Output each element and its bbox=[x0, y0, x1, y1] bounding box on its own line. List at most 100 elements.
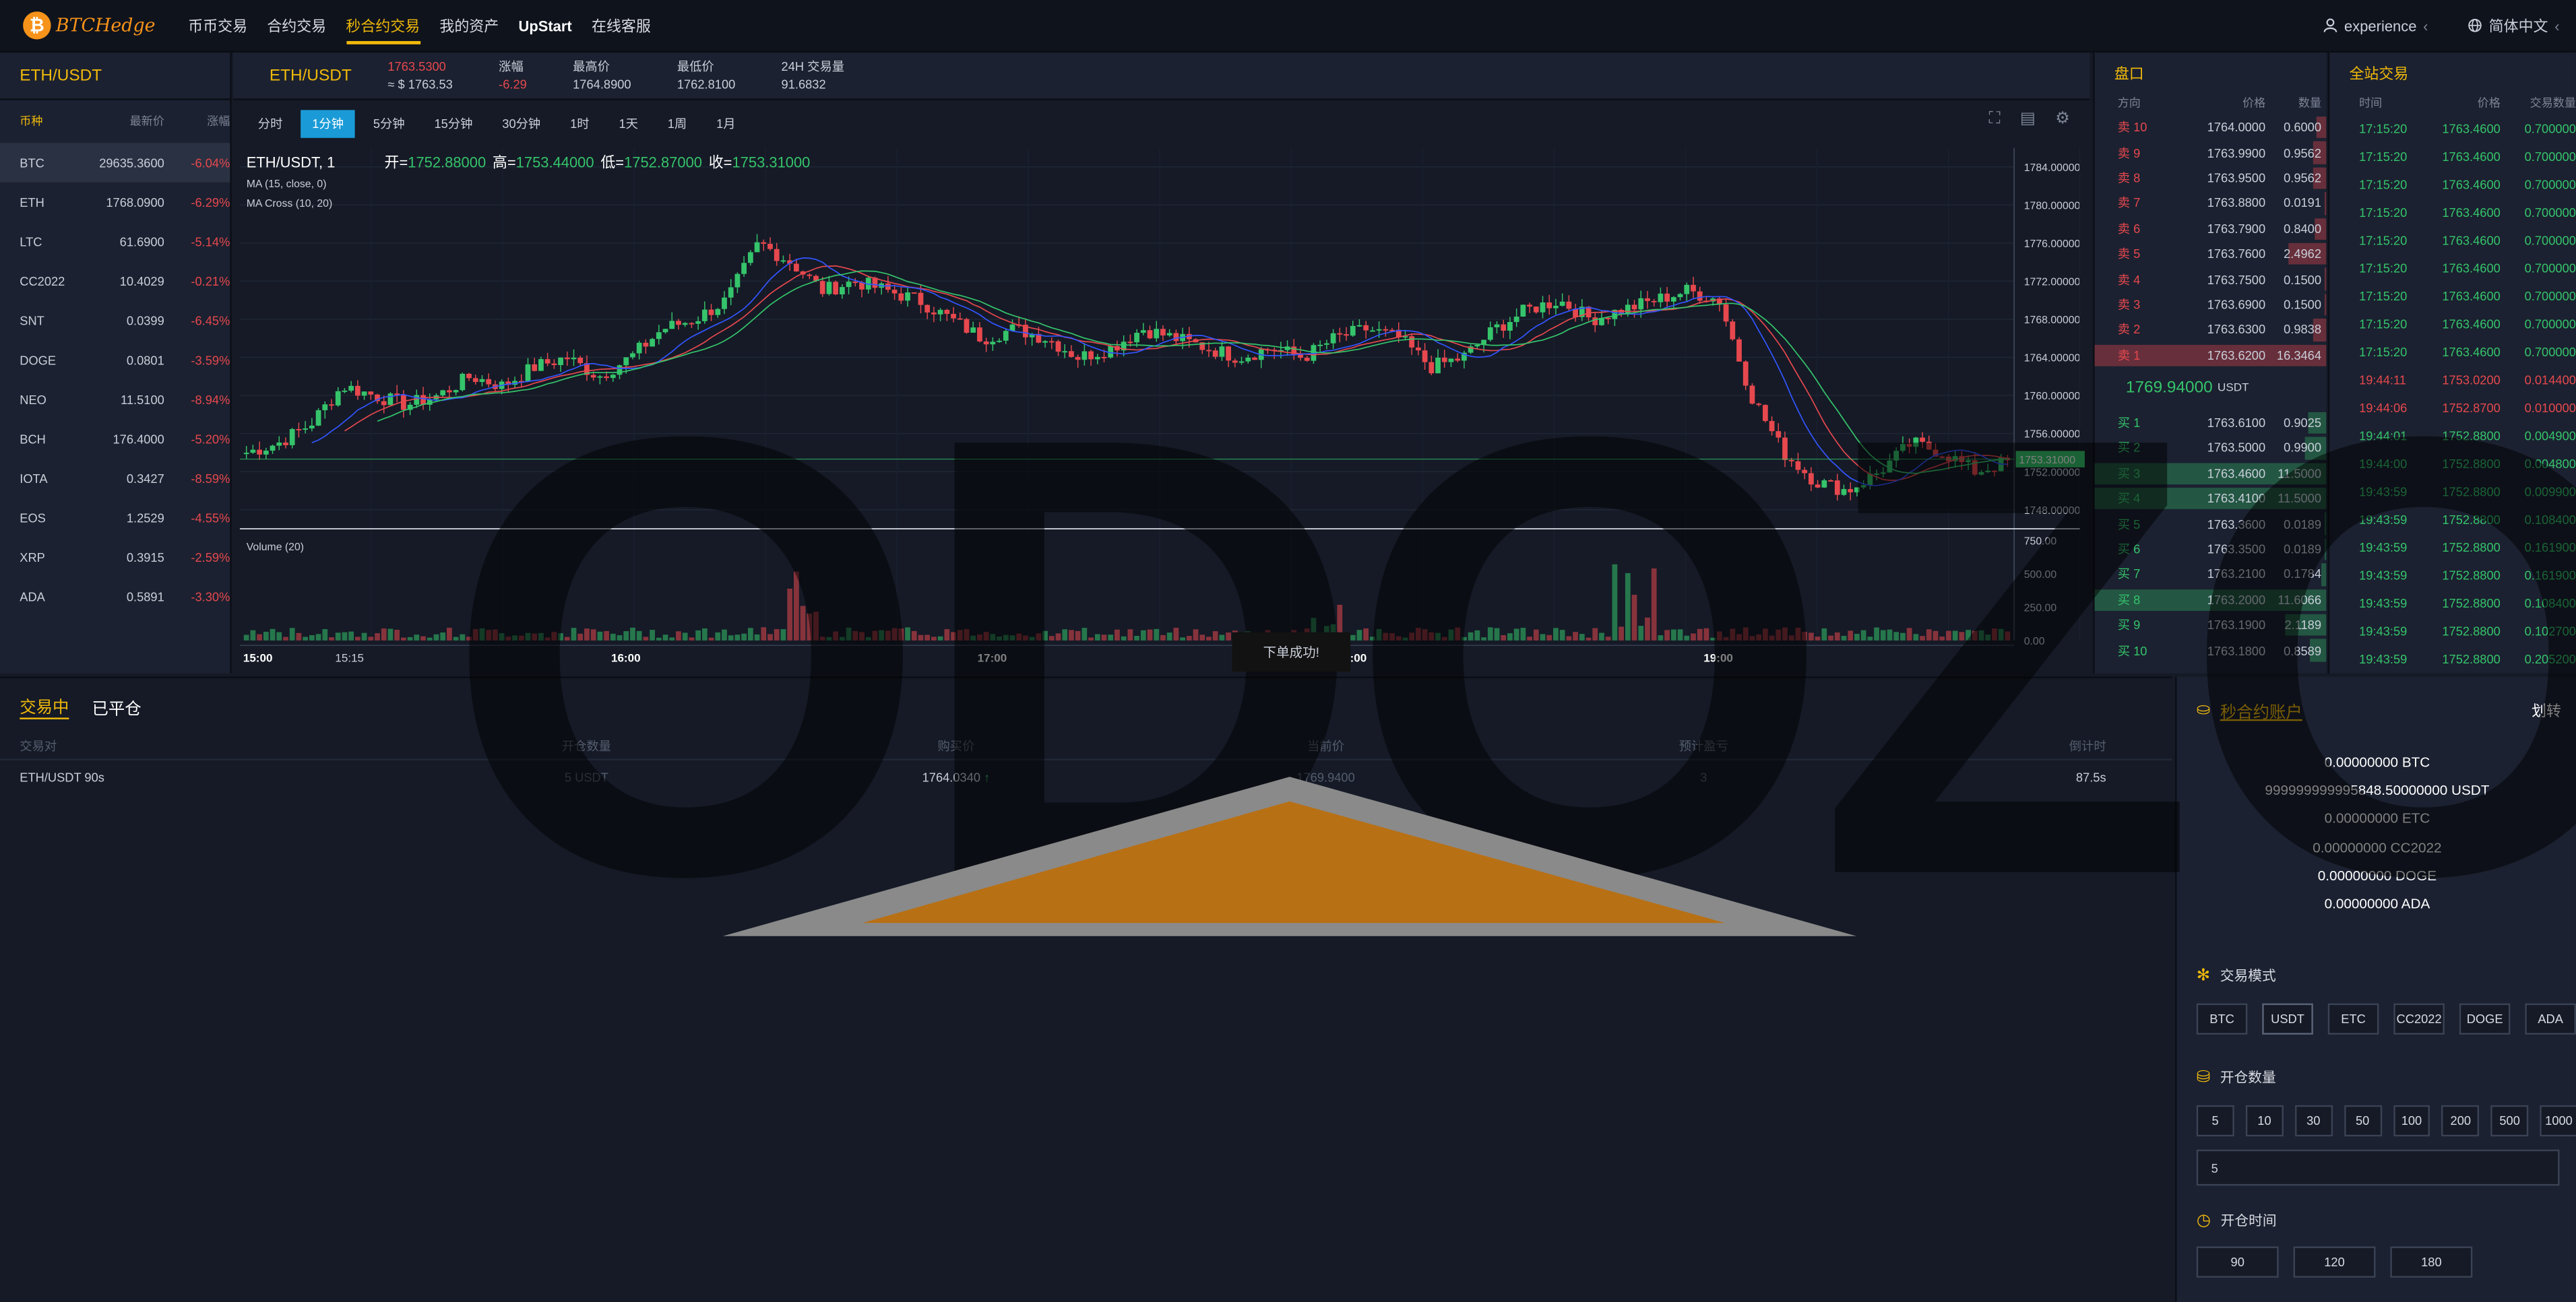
fullscreen-icon[interactable]: ⛶ bbox=[1989, 110, 2001, 128]
market-row-cc2022[interactable]: CC2022 10.4029 -0.21% bbox=[0, 261, 230, 301]
level-price: 1763.7900 bbox=[2207, 221, 2266, 236]
mode-button-etc[interactable]: ETC bbox=[2327, 1004, 2379, 1035]
ask-row[interactable]: 卖 4 1763.7500 0.1500 bbox=[2095, 267, 2327, 292]
market-row-iota[interactable]: IOTA 0.3427 -8.59% bbox=[0, 458, 230, 498]
amount-button-200[interactable]: 200 bbox=[2441, 1105, 2480, 1137]
market-row-eos[interactable]: EOS 1.2529 -4.55% bbox=[0, 498, 230, 538]
candle-body bbox=[1631, 304, 1637, 310]
nav-contract-trading[interactable]: 合约交易 bbox=[267, 15, 326, 36]
interval-6[interactable]: 1天 bbox=[607, 109, 650, 137]
amount-button-10[interactable]: 10 bbox=[2245, 1105, 2284, 1137]
candle-body bbox=[643, 342, 649, 347]
amount-button-1000[interactable]: 1000 bbox=[2540, 1105, 2576, 1137]
trade-row: 19:43:59 1752.8800 0.161900 bbox=[2329, 562, 2576, 589]
time-button-180[interactable]: 180 bbox=[2390, 1247, 2473, 1278]
interval-2[interactable]: 5分钟 bbox=[362, 109, 416, 137]
interval-4[interactable]: 30分钟 bbox=[491, 109, 552, 137]
amount-button-5[interactable]: 5 bbox=[2196, 1105, 2234, 1137]
nav-online-support[interactable]: 在线客服 bbox=[592, 15, 651, 36]
mode-button-cc2022[interactable]: CC2022 bbox=[2393, 1004, 2445, 1035]
tab-open-orders[interactable]: 交易中 bbox=[20, 693, 69, 719]
volume-bar bbox=[676, 631, 681, 641]
ask-row[interactable]: 卖 7 1763.8800 0.0191 bbox=[2095, 191, 2327, 216]
price-axis-tick: 1756.00000 bbox=[2024, 429, 2081, 441]
interval-5[interactable]: 1时 bbox=[559, 109, 601, 137]
bid-row[interactable]: 买 8 1763.2000 11.6066 bbox=[2094, 587, 2327, 613]
amount-button-500[interactable]: 500 bbox=[2490, 1105, 2529, 1137]
ask-row[interactable]: 卖 1 1763.6200 16.3464 bbox=[2094, 342, 2327, 368]
candle-body bbox=[1324, 343, 1329, 345]
volume-bar bbox=[872, 630, 878, 641]
volume-bar bbox=[793, 571, 799, 641]
market-row-xrp[interactable]: XRP 0.3915 -2.59% bbox=[0, 537, 230, 577]
bid-row[interactable]: 买 1 1763.6100 0.9025 bbox=[2095, 410, 2327, 436]
mode-button-doge[interactable]: DOGE bbox=[2459, 1004, 2511, 1035]
bid-row[interactable]: 买 4 1763.4100 11.5000 bbox=[2094, 486, 2327, 512]
market-row-doge[interactable]: DOGE 0.0801 -3.59% bbox=[0, 340, 230, 380]
nav-second-contract[interactable]: 秒合约交易 bbox=[346, 15, 420, 44]
candle-body bbox=[1055, 341, 1061, 352]
bid-row[interactable]: 买 6 1763.3500 0.0189 bbox=[2095, 537, 2327, 562]
candle-body bbox=[342, 390, 348, 392]
logo[interactable]: ₿ BTCHedge bbox=[23, 11, 156, 40]
legend-high: 1753.44000 bbox=[516, 154, 594, 171]
mode-button-btc[interactable]: BTC bbox=[2196, 1004, 2248, 1035]
interval-1[interactable]: 1分钟 bbox=[301, 109, 356, 137]
nav-my-assets[interactable]: 我的资产 bbox=[439, 15, 499, 36]
amount-button-30[interactable]: 30 bbox=[2294, 1105, 2333, 1137]
time-button-120[interactable]: 120 bbox=[2293, 1247, 2376, 1278]
candle-body bbox=[1154, 329, 1160, 339]
candlestick-chart[interactable]: 1784.00000 1780.00000 1776.00000 1772.00000… bbox=[239, 148, 2087, 670]
market-symbol: SNT bbox=[20, 313, 44, 328]
market-row-eth[interactable]: ETH 1768.0900 -6.29% bbox=[0, 183, 230, 222]
market-row-bch[interactable]: BCH 176.4000 -5.20% bbox=[0, 419, 230, 459]
trade-row: 19:43:59 1752.8800 0.108400 bbox=[2329, 506, 2576, 533]
bid-row[interactable]: 买 5 1763.3600 0.0189 bbox=[2095, 511, 2327, 537]
ask-row[interactable]: 卖 2 1763.6300 0.9838 bbox=[2095, 317, 2327, 343]
trade-time: 19:43:59 bbox=[2359, 596, 2408, 611]
market-row-snt[interactable]: SNT 0.0399 -6.45% bbox=[0, 300, 230, 340]
amount-button-50[interactable]: 50 bbox=[2344, 1105, 2382, 1137]
trades-header: 时间 价格 交易数量 bbox=[2329, 92, 2576, 115]
language-menu[interactable]: 简体中文 ‹ bbox=[2468, 15, 2560, 36]
amount-input[interactable]: 5 bbox=[2196, 1150, 2560, 1186]
ask-row[interactable]: 卖 5 1763.7600 2.4962 bbox=[2095, 241, 2327, 267]
mode-button-usdt[interactable]: USDT bbox=[2262, 1004, 2313, 1035]
bid-row[interactable]: 买 9 1763.1900 2.1189 bbox=[2095, 612, 2327, 638]
amount-button-100[interactable]: 100 bbox=[2393, 1105, 2430, 1137]
market-row-ltc[interactable]: LTC 61.6900 -5.14% bbox=[0, 222, 230, 261]
volume-bar bbox=[1062, 629, 1068, 641]
ask-row[interactable]: 卖 3 1763.6900 0.1500 bbox=[2095, 292, 2327, 317]
nav-upstart[interactable]: UpStart bbox=[518, 18, 571, 34]
settings-gear-icon[interactable]: ⚙ bbox=[2055, 110, 2070, 128]
bid-row[interactable]: 买 2 1763.5000 0.9900 bbox=[2095, 436, 2327, 461]
tab-closed-orders[interactable]: 已平仓 bbox=[92, 694, 142, 719]
ask-row[interactable]: 卖 10 1764.0000 0.6000 bbox=[2095, 115, 2327, 141]
bid-row[interactable]: 买 10 1763.1800 0.8589 bbox=[2095, 638, 2327, 663]
mode-button-ada[interactable]: ADA bbox=[2525, 1004, 2576, 1035]
market-row-ada[interactable]: ADA 0.5891 -3.30% bbox=[0, 577, 230, 616]
interval-0[interactable]: 分时 bbox=[247, 109, 294, 137]
market-row-neo[interactable]: NEO 11.5100 -8.94% bbox=[0, 379, 230, 419]
ask-row[interactable]: 卖 9 1763.9900 0.9562 bbox=[2095, 140, 2327, 166]
bid-row[interactable]: 买 7 1763.2100 0.1784 bbox=[2095, 562, 2327, 587]
time-button-90[interactable]: 90 bbox=[2196, 1247, 2279, 1278]
market-row-btc[interactable]: BTC 29635.3600 -6.04% bbox=[0, 143, 230, 183]
transfer-button[interactable]: 划转 bbox=[2532, 698, 2561, 720]
account-title[interactable]: 秒合约账户 bbox=[2220, 697, 2302, 722]
volume-bar bbox=[1448, 629, 1454, 641]
candle-body bbox=[931, 312, 937, 315]
ask-row[interactable]: 卖 6 1763.7900 0.8400 bbox=[2095, 216, 2327, 242]
volume-bar bbox=[983, 632, 989, 641]
ask-row[interactable]: 卖 8 1763.9500 0.9562 bbox=[2095, 166, 2327, 191]
nav-spot-trading[interactable]: 币币交易 bbox=[188, 15, 247, 36]
interval-8[interactable]: 1月 bbox=[705, 109, 747, 137]
volume-bar bbox=[1546, 634, 1552, 641]
candle-body bbox=[1900, 444, 1906, 451]
interval-3[interactable]: 15分钟 bbox=[422, 109, 484, 137]
user-menu[interactable]: experience ‹ bbox=[2323, 18, 2428, 34]
chart-type-icon[interactable]: ▤ bbox=[2020, 110, 2036, 128]
interval-7[interactable]: 1周 bbox=[656, 109, 699, 137]
chart-canvas[interactable]: 1784.00000 1780.00000 1776.00000 1772.00000… bbox=[239, 148, 2087, 670]
bid-row[interactable]: 买 3 1763.4600 11.5000 bbox=[2094, 461, 2327, 486]
